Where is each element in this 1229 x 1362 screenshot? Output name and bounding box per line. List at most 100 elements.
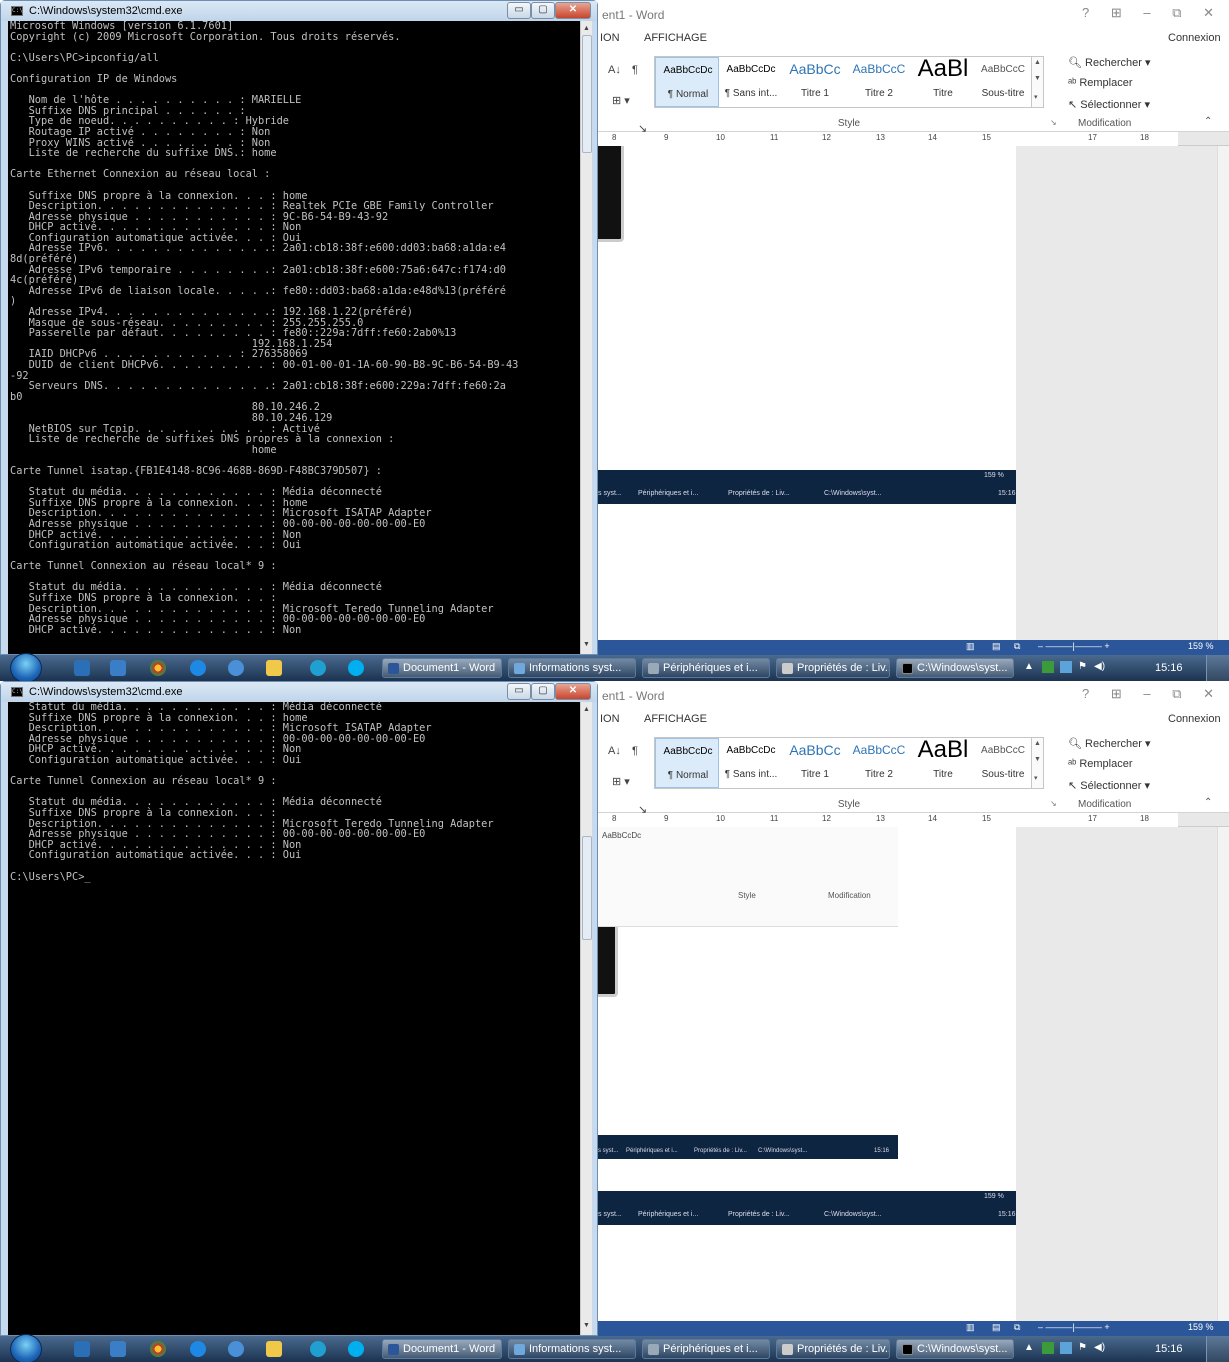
expand-icon[interactable]: ▾	[1034, 774, 1038, 782]
zoom-slider[interactable]: – ———|——— +	[1038, 641, 1110, 651]
tab-partial[interactable]: ION	[600, 32, 620, 44]
explorer-icon[interactable]	[74, 660, 90, 676]
pilcrow-icon[interactable]: ¶	[632, 745, 638, 757]
print-layout-icon[interactable]: ▤	[992, 1322, 1001, 1333]
sort-icon[interactable]: A↓	[608, 745, 621, 757]
taskbar-sysinfo[interactable]: Informations syst...	[508, 1339, 636, 1359]
scroll-up-icon[interactable]: ▲	[583, 25, 590, 32]
scroll-thumb[interactable]	[582, 836, 592, 940]
explorer-icon[interactable]	[74, 1341, 90, 1357]
chevron-down-icon[interactable]: ▼	[1034, 756, 1041, 763]
minimize-button[interactable]: ▭	[507, 2, 531, 19]
web-layout-icon[interactable]: ⧉	[1014, 641, 1020, 652]
taskbar-cmd[interactable]: C:\Windows\syst...	[896, 658, 1014, 678]
folder-icon[interactable]	[266, 660, 282, 676]
media-icon[interactable]	[110, 660, 126, 676]
taskbar-properties[interactable]: Propriétés de : Liv...	[776, 658, 890, 678]
edge-icon[interactable]	[310, 660, 326, 676]
cmd-scrollbar[interactable]: ▲ ▼	[580, 702, 592, 1335]
media-icon[interactable]	[110, 1341, 126, 1357]
style-no-spacing[interactable]: AaBbCcDc ¶ Sans int...	[719, 738, 783, 788]
word-vertical-scrollbar[interactable]	[1217, 146, 1229, 640]
speaker-icon[interactable]: ◀)	[1094, 1342, 1105, 1353]
scroll-thumb[interactable]	[582, 35, 592, 153]
cmd-titlebar[interactable]: C:\ C:\Windows\system32\cmd.exe ▭ ▢ ✕	[1, 682, 597, 702]
show-desktop-button[interactable]	[1206, 655, 1229, 681]
taskbar-devices[interactable]: Périphériques et i...	[642, 658, 770, 678]
chrome-icon[interactable]	[150, 660, 166, 676]
show-desktop-button[interactable]	[1206, 1336, 1229, 1362]
app-icon[interactable]	[228, 1341, 244, 1357]
maximize-button[interactable]: ▢	[531, 2, 555, 19]
taskbar-sysinfo[interactable]: Informations syst...	[508, 658, 636, 678]
style-titre1[interactable]: AaBbCc Titre 1	[783, 738, 847, 788]
chevron-up-icon[interactable]: ▲	[1034, 740, 1041, 747]
tray-app-icon[interactable]	[1042, 1342, 1054, 1354]
close-button[interactable]: ✕	[555, 683, 591, 700]
taskbar-cmd[interactable]: C:\Windows\syst...	[896, 1339, 1014, 1359]
word-window-controls[interactable]: ? ⊞ – ⧉ ✕	[1082, 5, 1223, 21]
tray-expand-icon[interactable]: ▲	[1024, 661, 1034, 672]
style-no-spacing[interactable]: AaBbCcDc ¶ Sans int...	[719, 57, 783, 107]
close-button[interactable]: ✕	[555, 2, 591, 19]
network-icon[interactable]	[1060, 661, 1072, 673]
web-layout-icon[interactable]: ⧉	[1014, 1322, 1020, 1333]
cmd-console[interactable]: Statut du média. . . . . . . . . . . . :…	[8, 702, 580, 1335]
read-mode-icon[interactable]: ▥	[966, 641, 975, 652]
scroll-up-icon[interactable]: ▲	[583, 706, 590, 713]
find-button[interactable]: 🔍︎ Rechercher ▾	[1068, 737, 1150, 750]
app-icon[interactable]	[228, 660, 244, 676]
style-normal[interactable]: AaBbCcDc ¶ Normal	[655, 738, 719, 788]
replace-button[interactable]: ᵃᵇ Remplacer	[1068, 77, 1133, 89]
replace-button[interactable]: ᵃᵇ Remplacer	[1068, 758, 1133, 770]
style-sous-titre[interactable]: AaBbCcC Sous-titre	[975, 57, 1031, 107]
zoom-slider[interactable]: – ———|——— +	[1038, 1322, 1110, 1332]
ie-icon[interactable]	[190, 660, 206, 676]
skype-icon[interactable]	[348, 1341, 364, 1357]
taskbar-devices[interactable]: Périphériques et i...	[642, 1339, 770, 1359]
tab-partial[interactable]: ION	[600, 713, 620, 725]
print-layout-icon[interactable]: ▤	[992, 641, 1001, 652]
skype-icon[interactable]	[348, 660, 364, 676]
tab-affichage[interactable]: AFFICHAGE	[644, 713, 707, 725]
style-titre2[interactable]: AaBbCcC Titre 2	[847, 738, 911, 788]
network-icon[interactable]	[1060, 1342, 1072, 1354]
signin-link[interactable]: Connexion	[1168, 713, 1221, 725]
select-button[interactable]: ↖ Sélectionner ▾	[1068, 98, 1150, 111]
taskbar-properties[interactable]: Propriétés de : Liv...	[776, 1339, 890, 1359]
start-button[interactable]	[10, 653, 42, 681]
start-button[interactable]	[10, 1334, 42, 1362]
taskbar-clock[interactable]: 15:16	[1155, 1343, 1183, 1355]
cmd-titlebar[interactable]: C:\ C:\Windows\system32\cmd.exe ▭ ▢ ✕	[1, 1, 597, 21]
maximize-button[interactable]: ▢	[531, 683, 555, 700]
signin-link[interactable]: Connexion	[1168, 32, 1221, 44]
tray-app-icon[interactable]	[1042, 661, 1054, 673]
gallery-scroll[interactable]: ▲ ▼ ▾	[1031, 57, 1043, 107]
flag-icon[interactable]: ⚑	[1078, 661, 1087, 672]
borders-icon[interactable]: ⊞ ▾	[612, 775, 630, 788]
pilcrow-icon[interactable]: ¶	[632, 64, 638, 76]
zoom-level[interactable]: 159 %	[1188, 1322, 1214, 1332]
ie-icon[interactable]	[190, 1341, 206, 1357]
chrome-icon[interactable]	[150, 1341, 166, 1357]
select-button[interactable]: ↖ Sélectionner ▾	[1068, 779, 1150, 792]
style-launcher-icon[interactable]: ↘	[1050, 799, 1057, 808]
flag-icon[interactable]: ⚑	[1078, 1342, 1087, 1353]
read-mode-icon[interactable]: ▥	[966, 1322, 975, 1333]
sort-icon[interactable]: A↓	[608, 64, 621, 76]
style-normal[interactable]: AaBbCcDc ¶ Normal	[655, 57, 719, 107]
folder-icon[interactable]	[266, 1341, 282, 1357]
minimize-button[interactable]: ▭	[507, 683, 531, 700]
document-area[interactable]: AaBbCcDc Style Modification s syst... Pé…	[598, 827, 1229, 1321]
speaker-icon[interactable]: ◀)	[1094, 661, 1105, 672]
style-sous-titre[interactable]: AaBbCcC Sous-titre	[975, 738, 1031, 788]
zoom-level[interactable]: 159 %	[1188, 641, 1214, 651]
style-titre[interactable]: AaBl Titre	[911, 736, 975, 788]
style-titre2[interactable]: AaBbCcC Titre 2	[847, 57, 911, 107]
expand-icon[interactable]: ▾	[1034, 93, 1038, 101]
document-page[interactable]: s syst... Périphériques et i... Propriét…	[598, 146, 1016, 640]
tab-affichage[interactable]: AFFICHAGE	[644, 32, 707, 44]
chevron-up-icon[interactable]: ▲	[1034, 59, 1041, 66]
taskbar-word[interactable]: Document1 - Word	[382, 658, 502, 678]
style-launcher-icon[interactable]: ↘	[1050, 118, 1057, 127]
